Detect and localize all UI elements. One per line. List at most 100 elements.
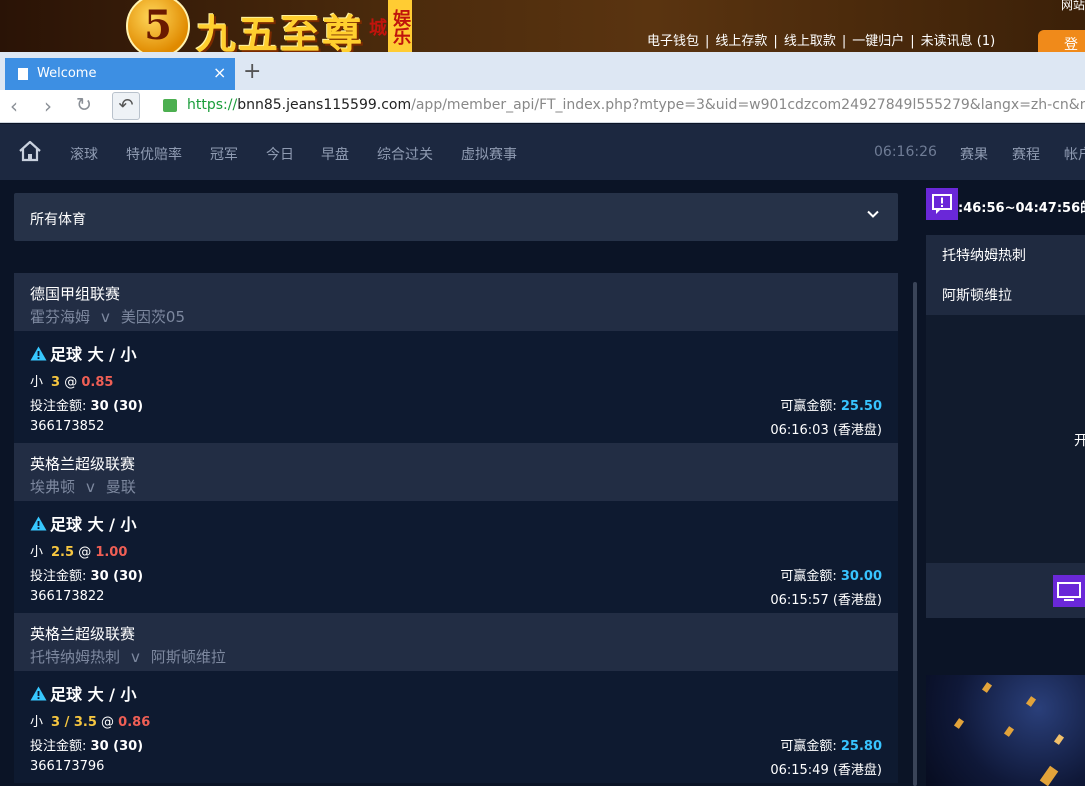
potential-win: 可赢金额: 25.50 — [780, 395, 882, 414]
win-value: 25.80 — [840, 739, 882, 754]
potential-win: 可赢金额: 30.00 — [780, 565, 882, 584]
nav-in-play[interactable]: 滚球 — [70, 144, 98, 164]
bet-time: 06:15:49 (香港盘) — [770, 763, 882, 778]
logo-text: 九五至尊 — [196, 11, 364, 52]
nav-results[interactable]: 赛果 — [960, 144, 988, 164]
new-tab-icon[interactable]: + — [243, 59, 261, 84]
bet-market: 足球 大 / 小 — [30, 341, 137, 365]
market-name: 足球 大 / 小 — [50, 515, 137, 534]
bet-record: 德国甲组联赛 霍芬海姆 v 美因茨05 足球 大 / 小 小3 @ 0.85 投注金… — [14, 273, 898, 443]
league-name: 英格兰超级联赛 — [30, 455, 136, 473]
confetti — [1039, 765, 1059, 786]
chevron-down-icon — [867, 210, 879, 218]
ticket-number: 366173796 — [30, 759, 105, 774]
pick-odds: 1.00 — [95, 545, 128, 560]
bet-pick: 小 2.5 @ 1.00 — [30, 541, 127, 560]
url-scheme: https:// — [187, 97, 238, 113]
win-label: 可赢金额: — [780, 399, 837, 414]
bet-record: 英格兰超级联赛 埃弗顿 v 曼联 足球 大 / 小 小 2.5 @ 1.00 投注金额… — [14, 443, 898, 613]
browser-tab[interactable]: Welcome × — [5, 58, 235, 90]
close-icon[interactable]: × — [213, 63, 226, 82]
clock: 06:16:26 — [874, 144, 937, 160]
away-team: 阿斯顿维拉 — [150, 648, 226, 666]
versus-label: v — [86, 478, 95, 496]
match-teams: 托特纳姆热刺 v 阿斯顿维拉 — [30, 646, 898, 667]
home-team: 埃弗顿 — [30, 478, 76, 496]
at-symbol: @ — [78, 545, 92, 560]
stake-label: 投注金额: — [30, 569, 87, 584]
promo-banner[interactable] — [926, 675, 1085, 786]
match-teams: 埃弗顿 v 曼联 — [30, 476, 898, 497]
market-name: 足球 大 / 小 — [50, 345, 137, 364]
ticket-number: 366173822 — [30, 589, 105, 604]
nav-schedule[interactable]: 赛程 — [1012, 144, 1040, 164]
bet-pick: 小 3 / 3.5 @ 0.86 — [30, 711, 150, 730]
nav-virtual[interactable]: 虚拟赛事 — [461, 144, 517, 164]
pick-line: 3 — [51, 375, 61, 390]
at-symbol: @ — [101, 715, 115, 730]
link-withdraw[interactable]: 线上取款 — [784, 34, 836, 49]
logo-emblem: 5 — [126, 0, 190, 52]
sport-filter-label: 所有体育 — [30, 212, 86, 228]
bet-details: 足球 大 / 小 小 2.5 @ 1.00 投注金额: 30 (30) 可赢金额:… — [14, 501, 898, 613]
match-teams: 霍芬海姆 v 美因茨05 — [30, 306, 898, 327]
league-header: 英格兰超级联赛 埃弗顿 v 曼联 — [14, 443, 898, 501]
pick-odds: 0.85 — [81, 375, 114, 390]
link-unread-messages[interactable]: 未读讯息 (1) — [921, 34, 996, 49]
pick-odds: 0.86 — [118, 715, 151, 730]
nav-outrights[interactable]: 冠军 — [210, 144, 238, 164]
home-icon[interactable] — [18, 140, 42, 162]
stake-label: 投注金额: — [30, 399, 87, 414]
undo-icon[interactable]: ↶ — [112, 92, 140, 120]
stake-amount: 投注金额: 30 (30) — [30, 395, 143, 414]
reload-icon[interactable]: ↻ — [76, 94, 92, 116]
site-banner: 5 九五至尊 娱乐城 网站 电子钱包 | 线上存款 | 线上取款 | 一键归户 | 未读讯息 (… — [0, 0, 1085, 52]
stake-value: 30 (30) — [90, 399, 144, 414]
live-match-panel: 托特纳姆热刺 阿斯顿维拉 开 — [926, 235, 1085, 618]
link-separator: | — [773, 34, 778, 49]
announcement-icon[interactable] — [926, 188, 958, 220]
warning-icon — [30, 516, 47, 531]
market-name: 足球 大 / 小 — [50, 685, 137, 704]
nav-parlay[interactable]: 综合过关 — [377, 144, 433, 164]
stake-amount: 投注金额: 30 (30) — [30, 565, 143, 584]
at-symbol: @ — [64, 375, 78, 390]
scrollbar[interactable] — [913, 282, 917, 786]
account-links: 电子钱包 | 线上存款 | 线上取款 | 一键归户 | 未读讯息 (1) — [647, 30, 995, 49]
login-button[interactable]: 登 — [1038, 30, 1085, 52]
league-header: 德国甲组联赛 霍芬海姆 v 美因茨05 — [14, 273, 898, 331]
pick-line: 3 / 3.5 — [51, 715, 97, 730]
nav-special-odds[interactable]: 特优赔率 — [126, 144, 182, 164]
bet-pick: 小3 @ 0.85 — [30, 371, 113, 390]
link-separator: | — [841, 34, 847, 49]
nav-account[interactable]: 帐户 — [1064, 144, 1085, 164]
url-path: /app/member_api/FT_index.php?mtype=3&uid… — [411, 97, 1085, 113]
address-bar[interactable]: https://bnn85.jeans115599.com/app/member… — [187, 97, 1085, 113]
live-tv-icon[interactable] — [1053, 575, 1085, 607]
nav-today[interactable]: 今日 — [266, 144, 294, 164]
link-separator: | — [705, 34, 710, 49]
home-team: 托特纳姆热刺 — [30, 648, 121, 666]
page-icon — [18, 68, 28, 80]
confetti — [1053, 734, 1065, 745]
bet-details: 足球 大 / 小 小 3 / 3.5 @ 0.86 投注金额: 30 (30) 可… — [14, 671, 898, 783]
league-name: 英格兰超级联赛 — [30, 625, 136, 643]
link-e-wallet[interactable]: 电子钱包 — [647, 34, 699, 49]
link-deposit[interactable]: 线上存款 — [715, 34, 767, 49]
bet-market: 足球 大 / 小 — [30, 511, 137, 535]
nav-early[interactable]: 早盘 — [321, 144, 349, 164]
win-label: 可赢金额: — [780, 739, 837, 754]
forward-icon[interactable]: › — [44, 94, 52, 118]
pick-side: 小 — [30, 375, 44, 390]
sport-filter-dropdown[interactable]: 所有体育 — [14, 193, 898, 241]
warning-icon — [30, 346, 47, 361]
away-team: 美因茨05 — [120, 308, 185, 326]
ticket-number: 366173852 — [30, 419, 105, 434]
versus-label: v — [131, 648, 140, 666]
confetti — [981, 682, 993, 693]
bet-record: 英格兰超级联赛 托特纳姆热刺 v 阿斯顿维拉 足球 大 / 小 小 3 / 3.5 @… — [14, 613, 898, 783]
back-icon[interactable]: ‹ — [10, 94, 18, 118]
link-consolidate[interactable]: 一键归户 — [852, 34, 904, 49]
away-team: 曼联 — [105, 478, 136, 496]
league-header: 英格兰超级联赛 托特纳姆热刺 v 阿斯顿维拉 — [14, 613, 898, 671]
